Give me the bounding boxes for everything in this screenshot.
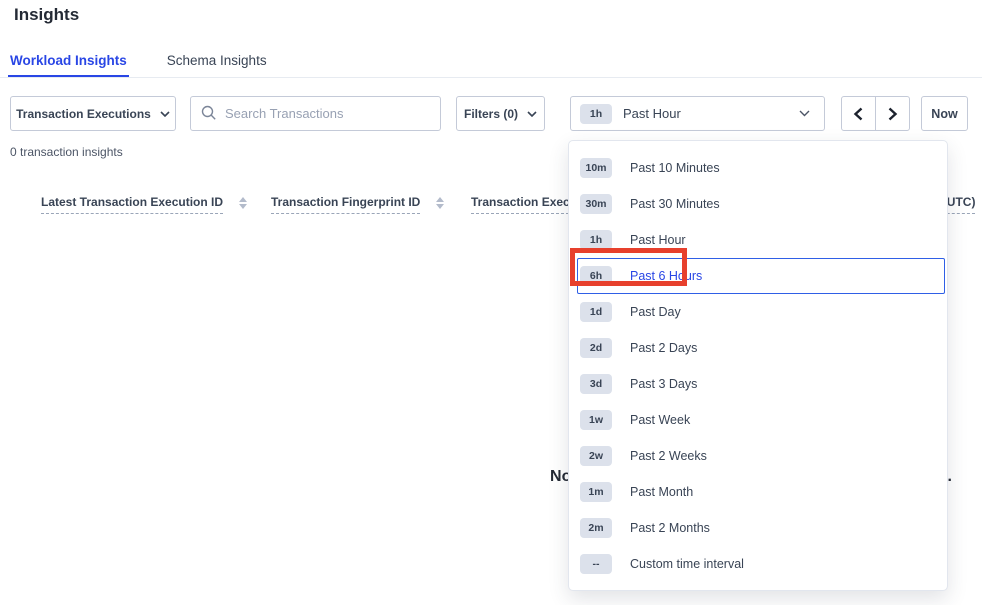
- time-range-arrows: [841, 96, 910, 131]
- time-interval-option[interactable]: 30m Past 30 Minutes: [577, 186, 945, 222]
- interval-option-label: Custom time interval: [630, 557, 744, 571]
- chevron-down-icon: [799, 110, 810, 117]
- time-interval-option[interactable]: 1w Past Week: [577, 402, 945, 438]
- column-header-label: Transaction Fingerprint ID: [271, 195, 420, 214]
- sort-icon[interactable]: [436, 197, 444, 209]
- interval-badge: 3d: [580, 374, 612, 394]
- time-interval-option[interactable]: 1d Past Day: [577, 294, 945, 330]
- insight-type-select-label: Transaction Executions: [16, 107, 151, 121]
- previous-range-button[interactable]: [841, 96, 876, 131]
- tab-schema-insights[interactable]: Schema Insights: [165, 45, 269, 77]
- interval-option-label: Past Day: [630, 305, 681, 319]
- now-button[interactable]: Now: [921, 96, 968, 131]
- interval-option-label: Past 6 Hours: [630, 269, 702, 283]
- page-title: Insights: [14, 5, 79, 25]
- tab-workload-insights[interactable]: Workload Insights: [8, 45, 129, 77]
- time-interval-option[interactable]: 2m Past 2 Months: [577, 510, 945, 546]
- search-container: [190, 96, 441, 131]
- tab-label: Schema Insights: [167, 53, 267, 68]
- time-interval-option[interactable]: 6h Past 6 Hours: [577, 258, 945, 294]
- interval-badge: 1w: [580, 410, 612, 430]
- time-interval-option[interactable]: 3d Past 3 Days: [577, 366, 945, 402]
- interval-option-label: Past 30 Minutes: [630, 197, 720, 211]
- search-input[interactable]: [190, 96, 441, 131]
- time-interval-option[interactable]: 1h Past Hour: [577, 222, 945, 258]
- chevron-down-icon: [160, 111, 170, 117]
- interval-badge: 10m: [580, 158, 612, 178]
- interval-option-label: Past Hour: [630, 233, 686, 247]
- interval-badge: 30m: [580, 194, 612, 214]
- time-interval-option[interactable]: 10m Past 10 Minutes: [577, 150, 945, 186]
- interval-badge: 6h: [580, 266, 612, 286]
- search-icon: [201, 105, 217, 121]
- time-interval-dropdown-trigger[interactable]: 1h Past Hour: [570, 96, 825, 131]
- sort-icon[interactable]: [239, 197, 247, 209]
- time-interval-option[interactable]: 2w Past 2 Weeks: [577, 438, 945, 474]
- column-header-label: Latest Transaction Execution ID: [41, 195, 223, 214]
- interval-badge: 1m: [580, 482, 612, 502]
- interval-option-label: Past 2 Months: [630, 521, 710, 535]
- table-column-header[interactable]: Latest Transaction Execution ID: [41, 195, 271, 214]
- next-range-button[interactable]: [875, 96, 910, 131]
- insights-count: 0 transaction insights: [10, 145, 123, 159]
- time-interval-label: Past Hour: [623, 106, 681, 121]
- chevron-left-icon: [853, 107, 864, 121]
- filters-button-label: Filters (0): [464, 107, 518, 121]
- interval-option-label: Past 10 Minutes: [630, 161, 720, 175]
- interval-badge: --: [580, 554, 612, 574]
- interval-option-label: Past Week: [630, 413, 690, 427]
- time-interval-option[interactable]: 1m Past Month: [577, 474, 945, 510]
- now-button-label: Now: [931, 107, 957, 121]
- table-column-header[interactable]: Transaction Fingerprint ID: [271, 195, 471, 214]
- time-interval-dropdown-menu: 10m Past 10 Minutes 30m Past 30 Minutes …: [568, 140, 948, 591]
- time-interval-badge: 1h: [580, 104, 612, 124]
- interval-option-label: Past 2 Days: [630, 341, 697, 355]
- chevron-right-icon: [887, 107, 898, 121]
- interval-option-label: Past Month: [630, 485, 693, 499]
- chevron-down-icon: [527, 111, 537, 117]
- tab-label: Workload Insights: [10, 53, 127, 68]
- time-interval-option[interactable]: -- Custom time interval: [577, 546, 945, 582]
- tab-bar: Workload Insights Schema Insights: [0, 45, 982, 78]
- interval-option-label: Past 2 Weeks: [630, 449, 707, 463]
- interval-badge: 2w: [580, 446, 612, 466]
- filters-button[interactable]: Filters (0): [456, 96, 545, 131]
- interval-option-label: Past 3 Days: [630, 377, 697, 391]
- interval-badge: 1d: [580, 302, 612, 322]
- interval-badge: 1h: [580, 230, 612, 250]
- insight-type-select[interactable]: Transaction Executions: [10, 96, 176, 131]
- time-interval-option[interactable]: 2d Past 2 Days: [577, 330, 945, 366]
- interval-badge: 2m: [580, 518, 612, 538]
- interval-badge: 2d: [580, 338, 612, 358]
